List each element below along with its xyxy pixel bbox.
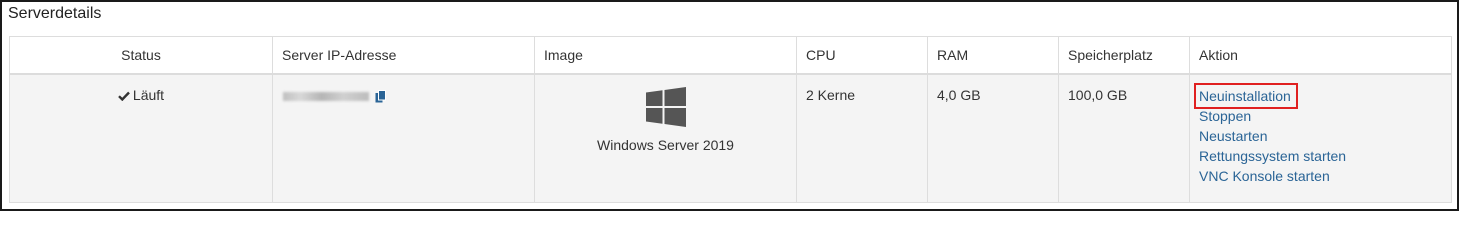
status-text: Läuft [132,87,165,103]
copy-icon[interactable] [375,89,386,103]
windows-logo-icon [645,87,686,127]
reinstall-link[interactable]: Neuinstallation [1194,83,1298,109]
status-cell: Läuft [9,73,273,203]
header-storage: Speicherplatz [1058,36,1190,75]
table-row: Läuft Windows Server 2019 2 Kerne 4,0 GB… [9,73,1452,203]
ip-address-cell [272,73,535,203]
header-image: Image [534,36,797,75]
header-ip-address: Server IP-Adresse [272,36,535,75]
storage-cell: 100,0 GB [1058,73,1190,203]
ram-cell: 4,0 GB [927,73,1059,203]
header-action: Aktion [1189,36,1452,75]
restart-link[interactable]: Neustarten [1199,126,1451,146]
server-details-table: Status Server IP-Adresse Image CPU RAM S… [9,36,1452,203]
vnc-console-link[interactable]: VNC Konsole starten [1199,166,1451,186]
ip-address-redacted [283,91,369,101]
header-cpu: CPU [796,36,928,75]
server-details-panel: Serverdetails Status Server IP-Adresse I… [0,0,1459,211]
image-cell: Windows Server 2019 [534,73,797,203]
header-status: Status [9,36,273,75]
table-header-row: Status Server IP-Adresse Image CPU RAM S… [9,36,1452,75]
image-name: Windows Server 2019 [597,137,734,153]
checkmark-icon [118,91,130,102]
cpu-cell: 2 Kerne [796,73,928,203]
action-cell: Neuinstallation Stoppen Neustarten Rettu… [1189,73,1452,203]
header-ram: RAM [927,36,1059,75]
stop-link[interactable]: Stoppen [1199,106,1451,126]
panel-title: Serverdetails [8,5,102,22]
rescue-system-link[interactable]: Rettungssystem starten [1199,146,1451,166]
